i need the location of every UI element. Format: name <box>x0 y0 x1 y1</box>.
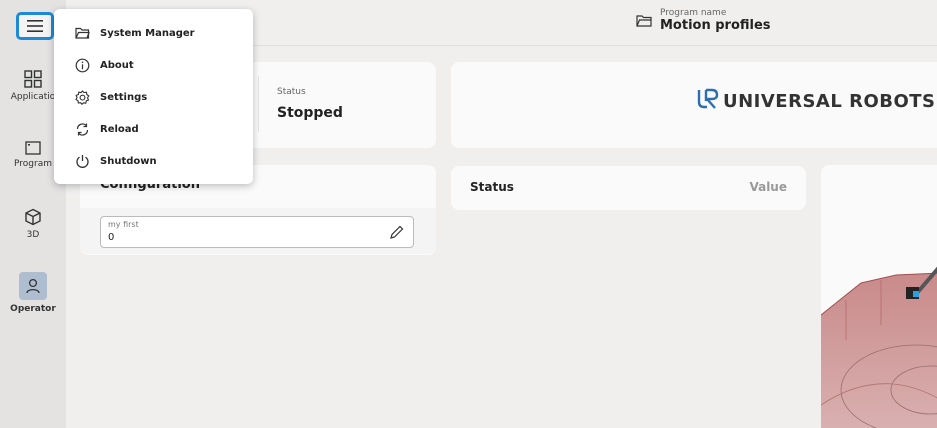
program-name[interactable]: Program name Motion profiles <box>636 8 771 33</box>
reload-icon <box>76 122 88 136</box>
column-value: Value <box>749 180 787 194</box>
logo-text: UNIVERSAL ROBOTS <box>723 91 936 112</box>
card-divider <box>258 76 259 132</box>
grid-icon <box>24 70 42 88</box>
menu-item-system-manager[interactable]: System Manager <box>54 18 253 48</box>
menu-item-label: System Manager <box>100 27 195 39</box>
hamburger-menu-button[interactable] <box>16 12 54 40</box>
hamburger-icon <box>27 20 43 32</box>
sidebar-item-label: Operator <box>10 304 56 314</box>
menu-item-label: Settings <box>100 91 148 103</box>
gear-icon <box>74 89 90 105</box>
my-first-field[interactable]: my first 0 <box>100 216 414 248</box>
power-icon <box>75 154 89 168</box>
column-status: Status <box>470 180 514 194</box>
menu-item-label: Shutdown <box>100 155 157 167</box>
program-name-label: Program name <box>660 8 727 18</box>
universal-robots-logo: UNIVERSAL ROBOTS <box>697 88 936 112</box>
operator-icon-box <box>19 272 47 300</box>
folder-open-icon <box>74 27 90 39</box>
menu-item-label: Reload <box>100 123 139 135</box>
status-label: Status <box>277 87 306 97</box>
sidebar-item-label: Program <box>14 159 52 169</box>
3d-viewer[interactable] <box>821 165 937 428</box>
menu-item-shutdown[interactable]: Shutdown <box>54 146 253 176</box>
robot-3d-render <box>821 266 937 428</box>
ur-logo-mark <box>697 88 719 109</box>
menu-item-settings[interactable]: Settings <box>54 82 253 112</box>
info-icon <box>75 58 89 72</box>
field-value: 0 <box>108 232 115 243</box>
person-icon <box>26 278 40 294</box>
folder-icon <box>636 15 652 27</box>
variables-table-header: Status Value <box>451 166 806 210</box>
status-value: Stopped <box>277 105 343 121</box>
program-name-value: Motion profiles <box>660 18 771 33</box>
sidebar-item-label: 3D <box>26 230 40 240</box>
window-icon <box>25 141 41 155</box>
pencil-icon[interactable] <box>389 224 405 240</box>
main-menu-dropdown: System Manager About Settings Reload Shu… <box>54 9 253 184</box>
menu-item-reload[interactable]: Reload <box>54 114 253 144</box>
cube-icon <box>25 208 41 226</box>
sidebar-item-operator[interactable]: Operator <box>0 272 66 314</box>
field-label: my first <box>108 220 139 229</box>
menu-item-about[interactable]: About <box>54 50 253 80</box>
sidebar-item-label: Applicatio <box>10 92 56 102</box>
menu-item-label: About <box>100 59 134 71</box>
sidebar-item-3d[interactable]: 3D <box>0 208 66 240</box>
